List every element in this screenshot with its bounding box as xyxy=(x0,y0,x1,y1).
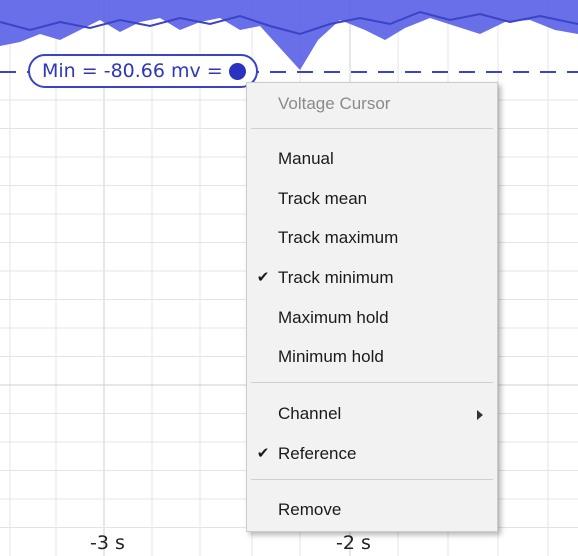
menu-item-label: Manual xyxy=(278,149,334,168)
cursor-readout[interactable]: Min = -80.66 mv = xyxy=(28,54,258,88)
check-icon: ✔ xyxy=(256,269,270,286)
x-tick-label: -2 s xyxy=(336,532,371,554)
menu-item-label: Channel xyxy=(278,404,342,423)
menu-item-channel[interactable]: Channel xyxy=(248,397,496,431)
menu-item-remove[interactable]: Remove xyxy=(248,493,496,527)
voltage-cursor-context-menu: Voltage Cursor Manual Track mean Track m… xyxy=(246,82,498,532)
menu-header: Voltage Cursor xyxy=(278,94,391,113)
menu-item-track-mean[interactable]: Track mean xyxy=(248,182,496,216)
menu-item-track-minimum[interactable]: ✔ Track minimum xyxy=(248,261,496,295)
menu-item-label: Track maximum xyxy=(278,228,399,247)
menu-item-label: Reference xyxy=(278,444,357,463)
menu-separator xyxy=(251,479,493,480)
menu-item-maximum-hold[interactable]: Maximum hold xyxy=(248,301,496,335)
cursor-readout-text: Min = -80.66 mv = xyxy=(42,60,223,82)
menu-item-label: Maximum hold xyxy=(278,308,389,327)
cursor-handle-icon[interactable] xyxy=(228,62,246,80)
submenu-arrow-icon xyxy=(477,410,483,420)
menu-item-label: Track mean xyxy=(278,189,368,208)
menu-item-manual[interactable]: Manual xyxy=(248,142,496,176)
menu-item-label: Remove xyxy=(278,500,342,519)
menu-item-track-maximum[interactable]: Track maximum xyxy=(248,221,496,255)
menu-item-label: Track minimum xyxy=(278,268,394,287)
menu-separator xyxy=(251,128,493,129)
check-icon: ✔ xyxy=(256,445,270,462)
x-tick-label: -3 s xyxy=(90,532,125,554)
menu-item-reference[interactable]: ✔ Reference xyxy=(248,437,496,471)
scope-view: Min = -80.66 mv = -3 s -2 s Voltage Curs… xyxy=(0,0,578,556)
menu-separator xyxy=(251,382,493,383)
menu-item-minimum-hold[interactable]: Minimum hold xyxy=(248,340,496,374)
menu-item-label: Minimum hold xyxy=(278,347,384,366)
